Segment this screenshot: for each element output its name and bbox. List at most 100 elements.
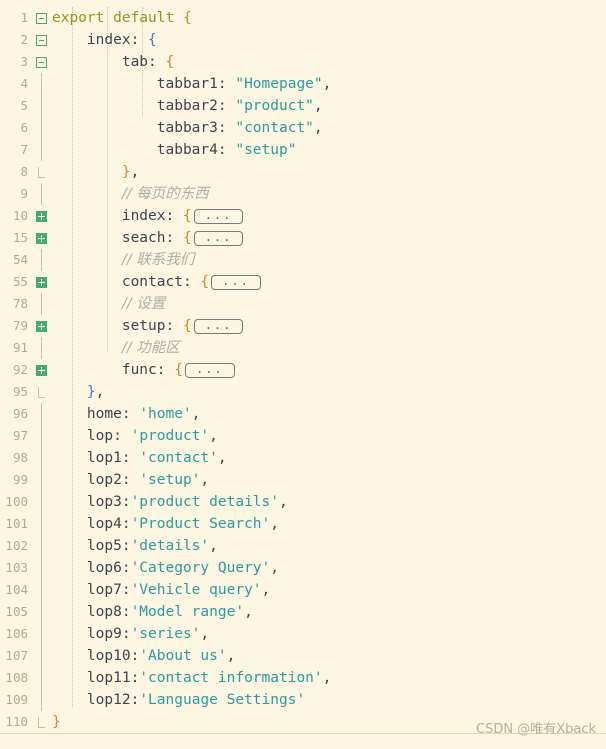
fold-guide [32,557,50,579]
code-line[interactable]: 100 lop3:'product details', [0,491,606,513]
fold-control[interactable] [32,12,50,24]
code-line[interactable]: 98 lop1: 'contact', [0,447,606,469]
token-punct: , [217,450,227,466]
token-str: 'setup' [139,472,201,488]
fold-expand-icon[interactable] [35,210,47,222]
fold-region-line-icon [40,447,42,469]
line-content: // 功能区 [50,337,606,359]
folded-code-placeholder[interactable]: ... [184,362,235,378]
token-prop: contact [121,274,183,290]
fold-expand-icon[interactable] [35,364,47,376]
fold-control[interactable] [32,210,50,222]
token-punct: : [121,406,140,422]
fold-region-line-icon [40,579,42,601]
fold-control[interactable] [32,232,50,244]
token-prop: home [86,406,122,422]
token-brace: } [52,714,61,730]
code-line[interactable]: 15 seach: {... [0,227,606,249]
code-line[interactable]: 10 index: {... [0,205,606,227]
token-prop: index [86,32,131,48]
code-line[interactable]: 108 lop11:'contact information', [0,667,606,689]
fold-guide [32,73,50,95]
fold-control[interactable] [32,364,50,376]
folded-code-placeholder[interactable]: ... [193,230,244,246]
code-line[interactable]: 105 lop8:'Model range', [0,601,606,623]
token-punct: , [209,428,218,444]
line-number: 108 [5,670,28,685]
code-line[interactable]: 3 tab: { [0,51,606,73]
token-brace: } [121,164,131,180]
code-line[interactable]: 4 tabbar1: "Homepage", [0,73,606,95]
token-str: 'Category Query' [130,560,271,576]
token-punct: : [217,142,236,158]
token-prop: lop4 [86,516,122,532]
fold-guide [32,183,50,205]
fold-collapse-icon[interactable] [35,12,47,24]
token-brace: { [182,208,192,224]
folded-code-placeholder[interactable]: ... [211,274,261,290]
code-line[interactable]: 106 lop9:'series', [0,623,606,645]
line-number: 55 [12,274,28,289]
fold-region-line-icon [40,95,42,117]
code-line[interactable]: 55 contact: {... [0,271,606,293]
code-line[interactable]: 102 lop5:'details', [0,535,606,557]
code-line[interactable]: 104 lop7:'Vehicle query', [0,579,606,601]
code-line[interactable]: 95 }, [0,381,606,403]
fold-control[interactable] [32,320,50,332]
code-line[interactable]: 7 tabbar4: "setup" [0,139,606,161]
code-line[interactable]: 9 // 每页的东西 [0,183,606,205]
code-line[interactable]: 5 tabbar2: "product", [0,95,606,117]
fold-region-end-icon [37,166,45,178]
code-line[interactable]: 101 lop4:'Product Search', [0,513,606,535]
line-number: 8 [20,164,28,179]
code-line[interactable]: 6 tabbar3: "contact", [0,117,606,139]
code-line[interactable]: 103 lop6:'Category Query', [0,557,606,579]
line-number: 107 [5,648,28,663]
code-line[interactable]: 107 lop10:'About us', [0,645,606,667]
fold-expand-icon[interactable] [35,320,47,332]
code-line[interactable]: 99 lop2: 'setup', [0,469,606,491]
token-str: 'details' [130,538,210,554]
fold-control[interactable] [32,56,50,68]
code-line[interactable]: 2 index: { [0,29,606,51]
token-str: 'Product Search' [130,516,271,532]
fold-guide [32,117,50,139]
code-line[interactable]: 8 }, [0,161,606,183]
code-line[interactable]: 109 lop12:'Language Settings' [0,689,606,711]
code-line[interactable]: 78 // 设置 [0,293,606,315]
code-line[interactable]: 91 // 功能区 [0,337,606,359]
fold-expand-icon[interactable] [35,276,47,288]
folded-code-placeholder[interactable]: ... [193,208,244,224]
fold-control[interactable] [32,34,50,46]
code-line[interactable]: 79 setup: {... [0,315,606,337]
fold-collapse-icon[interactable] [35,56,47,68]
code-line[interactable]: 97 lop: 'product', [0,425,606,447]
code-line[interactable]: 92 func: {... [0,359,606,381]
fold-collapse-icon[interactable] [35,34,47,46]
code-line[interactable]: 1 export default { [0,7,606,29]
token-punct: , [191,406,201,422]
code-line[interactable]: 54 // 联系我们 [0,249,606,271]
fold-control[interactable] [32,276,50,288]
code-editor[interactable]: 1 export default {2 index: {3 tab: {4 tab… [0,0,606,730]
token-punct: , [278,494,288,510]
line-number: 106 [5,626,28,641]
fold-guide [32,469,50,491]
line-number: 92 [12,362,28,377]
line-number: 15 [12,230,28,245]
fold-expand-icon[interactable] [35,232,47,244]
folded-code-placeholder[interactable]: ... [193,318,244,334]
token-prop: tabbar1 [156,76,218,92]
token-punct: : [182,274,201,290]
code-line[interactable]: 96 home: 'home', [0,403,606,425]
line-content: tabbar2: "product", [50,95,606,117]
